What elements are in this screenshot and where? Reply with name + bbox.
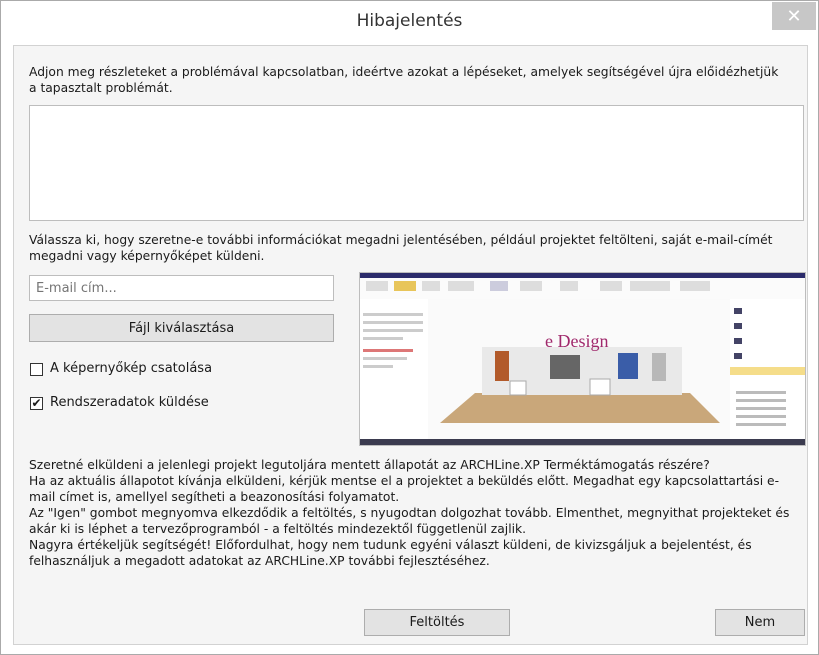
select-info-text: Válassza ki, hogy szeretne-e további inf… — [29, 233, 773, 263]
checkmark-icon: ✔ — [31, 396, 42, 410]
no-button-label: Nem — [744, 615, 776, 630]
sysdata-checkbox-label[interactable]: Rendszeradatok küldése — [50, 395, 209, 410]
upload-info-line-4: Nagyra értékeljük segítségét! Előfordulh… — [29, 538, 752, 568]
choose-file-label: Fájl kiválasztása — [128, 320, 235, 336]
email-input[interactable] — [29, 275, 334, 301]
sysdata-checkbox[interactable]: ✔ — [30, 397, 43, 410]
screenshot-preview: e Design — [359, 272, 806, 446]
close-button[interactable]: ✕ — [772, 2, 816, 30]
upload-info-line-1: Szeretné elküldeni a jelenlegi projekt l… — [29, 458, 710, 472]
titlebar: Hibajelentés ✕ — [1, 1, 818, 45]
upload-button-label: Feltöltés — [409, 615, 465, 630]
description-textarea[interactable] — [29, 105, 804, 221]
choose-file-button[interactable]: Fájl kiválasztása — [29, 314, 334, 342]
dialog-body: Adjon meg részleteket a problémával kapc… — [13, 45, 808, 645]
no-button[interactable]: Nem — [715, 609, 805, 636]
intro-text: Adjon meg részleteket a problémával kapc… — [29, 65, 779, 95]
screenshot-preview-image: e Design — [360, 273, 805, 445]
bug-report-window: Hibajelentés ✕ Adjon meg részleteket a p… — [0, 0, 819, 655]
window-title: Hibajelentés — [356, 11, 463, 31]
screenshot-checkbox[interactable] — [30, 363, 43, 376]
close-icon: ✕ — [786, 5, 802, 27]
upload-button[interactable]: Feltöltés — [364, 609, 510, 636]
screenshot-checkbox-label[interactable]: A képernyőkép csatolása — [50, 361, 212, 376]
upload-info-text: Szeretné elküldeni a jelenlegi projekt l… — [29, 457, 804, 569]
upload-info-line-2: Ha az aktuális állapotot kívánja elkülde… — [29, 474, 780, 504]
preview-brand-text: e Design — [545, 331, 608, 351]
upload-info-line-3: Az "Igen" gombot megnyomva elkezdődik a … — [29, 506, 790, 536]
